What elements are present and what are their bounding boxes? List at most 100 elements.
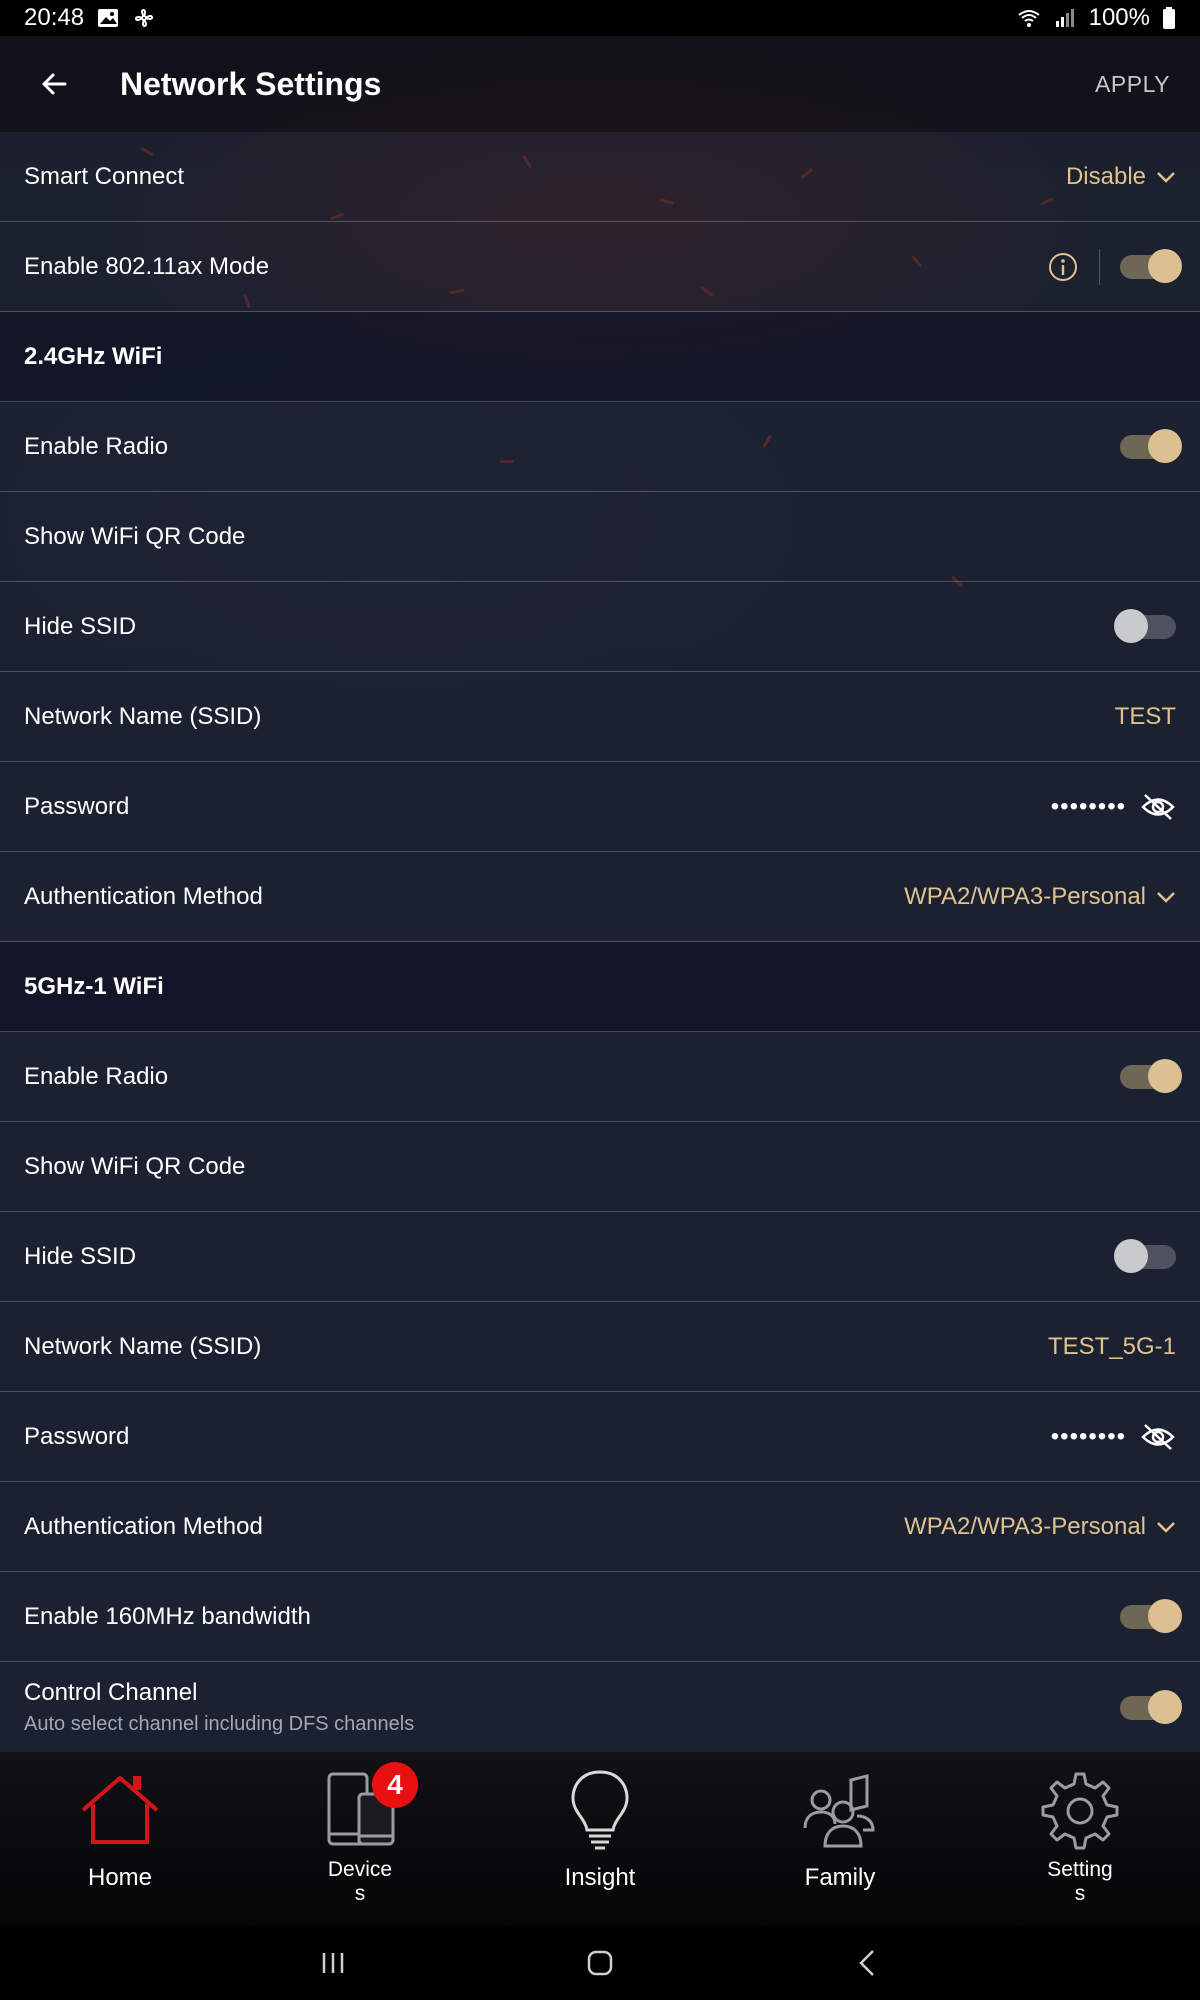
nav-settings-label-line1: Setting [1047, 1858, 1113, 1881]
gallery-icon [98, 9, 119, 27]
wifi-signal-icon [1017, 10, 1040, 27]
toggle-knob [1148, 1058, 1182, 1093]
nav-devices-label-line1: Device [327, 1858, 393, 1881]
apply-button[interactable]: APPLY [1095, 71, 1170, 98]
24-show-qr-label: Show WiFi QR Code [24, 522, 246, 550]
vertical-divider [1099, 248, 1100, 285]
bottom-nav: Home 4 Device s Insight Family Setting s [0, 1752, 1200, 1926]
5g1-bw160-row: Enable 160MHz bandwidth [0, 1572, 1200, 1662]
section-title-24ghz: 2.4GHz WiFi [24, 342, 163, 370]
24-show-qr-row[interactable]: Show WiFi QR Code [0, 492, 1200, 582]
section-title-5ghz1: 5GHz-1 WiFi [24, 972, 164, 1000]
5g1-enable-radio-row: Enable Radio [0, 1032, 1200, 1122]
app-header: Network Settings APPLY [0, 36, 1200, 132]
devices-badge: 4 [372, 1762, 418, 1808]
smart-connect-dropdown[interactable]: Disable [1066, 163, 1176, 191]
24-hide-ssid-toggle[interactable] [1114, 608, 1176, 643]
5g1-password-label: Password [24, 1422, 130, 1450]
5g1-auth-row[interactable]: Authentication Method WPA2/WPA3-Personal [0, 1482, 1200, 1572]
5g1-auth-value: WPA2/WPA3-Personal [904, 1512, 1146, 1540]
section-header-24ghz: 2.4GHz WiFi [0, 312, 1200, 402]
section-header-5ghz1: 5GHz-1 WiFi [0, 942, 1200, 1032]
control-channel-label-stack: Control Channel Auto select channel incl… [24, 1679, 414, 1736]
arrow-left-icon [42, 73, 67, 95]
back-system-button[interactable] [837, 1943, 897, 1983]
chevron-down-icon [1157, 171, 1175, 183]
home-icon [81, 1776, 159, 1844]
nav-home[interactable]: Home [0, 1752, 240, 1926]
24-auth-value: WPA2/WPA3-Personal [904, 882, 1146, 910]
battery-icon [1163, 7, 1175, 29]
24-password-row[interactable]: Password •••••••• [0, 762, 1200, 852]
5g1-auth-dropdown[interactable]: WPA2/WPA3-Personal [904, 1513, 1176, 1541]
ax-mode-toggle[interactable] [1120, 248, 1182, 283]
pinwheel-icon [135, 9, 154, 27]
gear-icon [1041, 1772, 1119, 1850]
info-icon[interactable] [1047, 251, 1079, 283]
24-ssid-value[interactable]: TEST [1115, 703, 1176, 731]
settings-list: Smart Connect Disable Enable 802.11ax Mo… [0, 132, 1200, 1754]
chevron-left-icon [858, 1950, 874, 1976]
5g1-control-channel-toggle[interactable] [1120, 1689, 1182, 1724]
24-enable-radio-row: Enable Radio [0, 402, 1200, 492]
5g1-ssid-value[interactable]: TEST_5G-1 [1048, 1333, 1176, 1361]
nav-settings-label-line2: s [1074, 1882, 1086, 1905]
24-auth-label: Authentication Method [24, 882, 263, 910]
smart-connect-row[interactable]: Smart Connect Disable [0, 132, 1200, 222]
cell-signal-icon [1055, 9, 1074, 27]
family-icon [803, 1774, 875, 1848]
5g1-enable-radio-toggle[interactable] [1120, 1058, 1182, 1093]
5g1-hide-ssid-row: Hide SSID [0, 1212, 1200, 1302]
nav-family[interactable]: Family [720, 1752, 960, 1926]
battery-percent: 100% [1088, 4, 1150, 31]
5g1-ssid-row[interactable]: Network Name (SSID) TEST_5G-1 [0, 1302, 1200, 1392]
5g1-ssid-label: Network Name (SSID) [24, 1332, 262, 1360]
eye-off-icon[interactable] [1140, 1422, 1176, 1452]
nav-settings-label: Setting s [1047, 1858, 1112, 1906]
5g1-show-qr-row[interactable]: Show WiFi QR Code [0, 1122, 1200, 1212]
status-bar: 20:48 100% [0, 0, 1200, 36]
toggle-knob [1114, 1238, 1148, 1273]
chevron-down-icon [1157, 1521, 1175, 1533]
5g1-bw160-toggle[interactable] [1120, 1598, 1182, 1633]
toggle-knob [1114, 608, 1148, 643]
recent-apps-icon [323, 1953, 344, 1973]
24-enable-radio-toggle[interactable] [1120, 428, 1182, 463]
eye-off-icon[interactable] [1140, 792, 1176, 822]
nav-insight[interactable]: Insight [480, 1752, 720, 1926]
24-hide-ssid-label: Hide SSID [24, 612, 137, 640]
5g1-control-channel-row: Control Channel Auto select channel incl… [0, 1662, 1200, 1754]
nav-settings[interactable]: Setting s [960, 1752, 1200, 1926]
5g1-hide-ssid-toggle[interactable] [1114, 1238, 1176, 1273]
24-password-value[interactable]: •••••••• [1051, 793, 1126, 821]
5g1-bw160-label: Enable 160MHz bandwidth [24, 1602, 311, 1630]
back-button[interactable] [24, 54, 84, 114]
24-ssid-label: Network Name (SSID) [24, 702, 262, 730]
5g1-control-channel-sublabel: Auto select channel including DFS channe… [24, 1713, 415, 1735]
recent-apps-button[interactable] [303, 1943, 363, 1983]
home-system-button[interactable] [570, 1943, 630, 1983]
toggle-knob [1148, 1598, 1182, 1633]
home-square-icon [587, 1950, 613, 1976]
24-auth-row[interactable]: Authentication Method WPA2/WPA3-Personal [0, 852, 1200, 942]
toggle-knob [1148, 428, 1182, 463]
chevron-down-icon [1157, 891, 1175, 903]
5g1-hide-ssid-label: Hide SSID [24, 1242, 137, 1270]
5g1-enable-radio-label: Enable Radio [24, 1062, 169, 1090]
toggle-knob [1148, 1689, 1182, 1724]
nav-family-label: Family [804, 1864, 876, 1891]
24-ssid-row[interactable]: Network Name (SSID) TEST [0, 672, 1200, 762]
5g1-password-value[interactable]: •••••••• [1051, 1423, 1126, 1451]
ax-mode-label: Enable 802.11ax Mode [24, 252, 270, 280]
page-title: Network Settings [120, 65, 382, 102]
toggle-knob [1148, 248, 1182, 283]
nav-devices-label: Device s [328, 1858, 392, 1906]
nav-insight-label: Insight [564, 1864, 636, 1891]
5g1-auth-label: Authentication Method [24, 1512, 263, 1540]
nav-devices-label-line2: s [354, 1882, 366, 1905]
lightbulb-icon [571, 1770, 629, 1850]
5g1-password-row[interactable]: Password •••••••• [0, 1392, 1200, 1482]
nav-devices[interactable]: 4 Device s [240, 1752, 480, 1926]
24-auth-dropdown[interactable]: WPA2/WPA3-Personal [904, 883, 1176, 911]
ax-mode-row: Enable 802.11ax Mode [0, 222, 1200, 312]
